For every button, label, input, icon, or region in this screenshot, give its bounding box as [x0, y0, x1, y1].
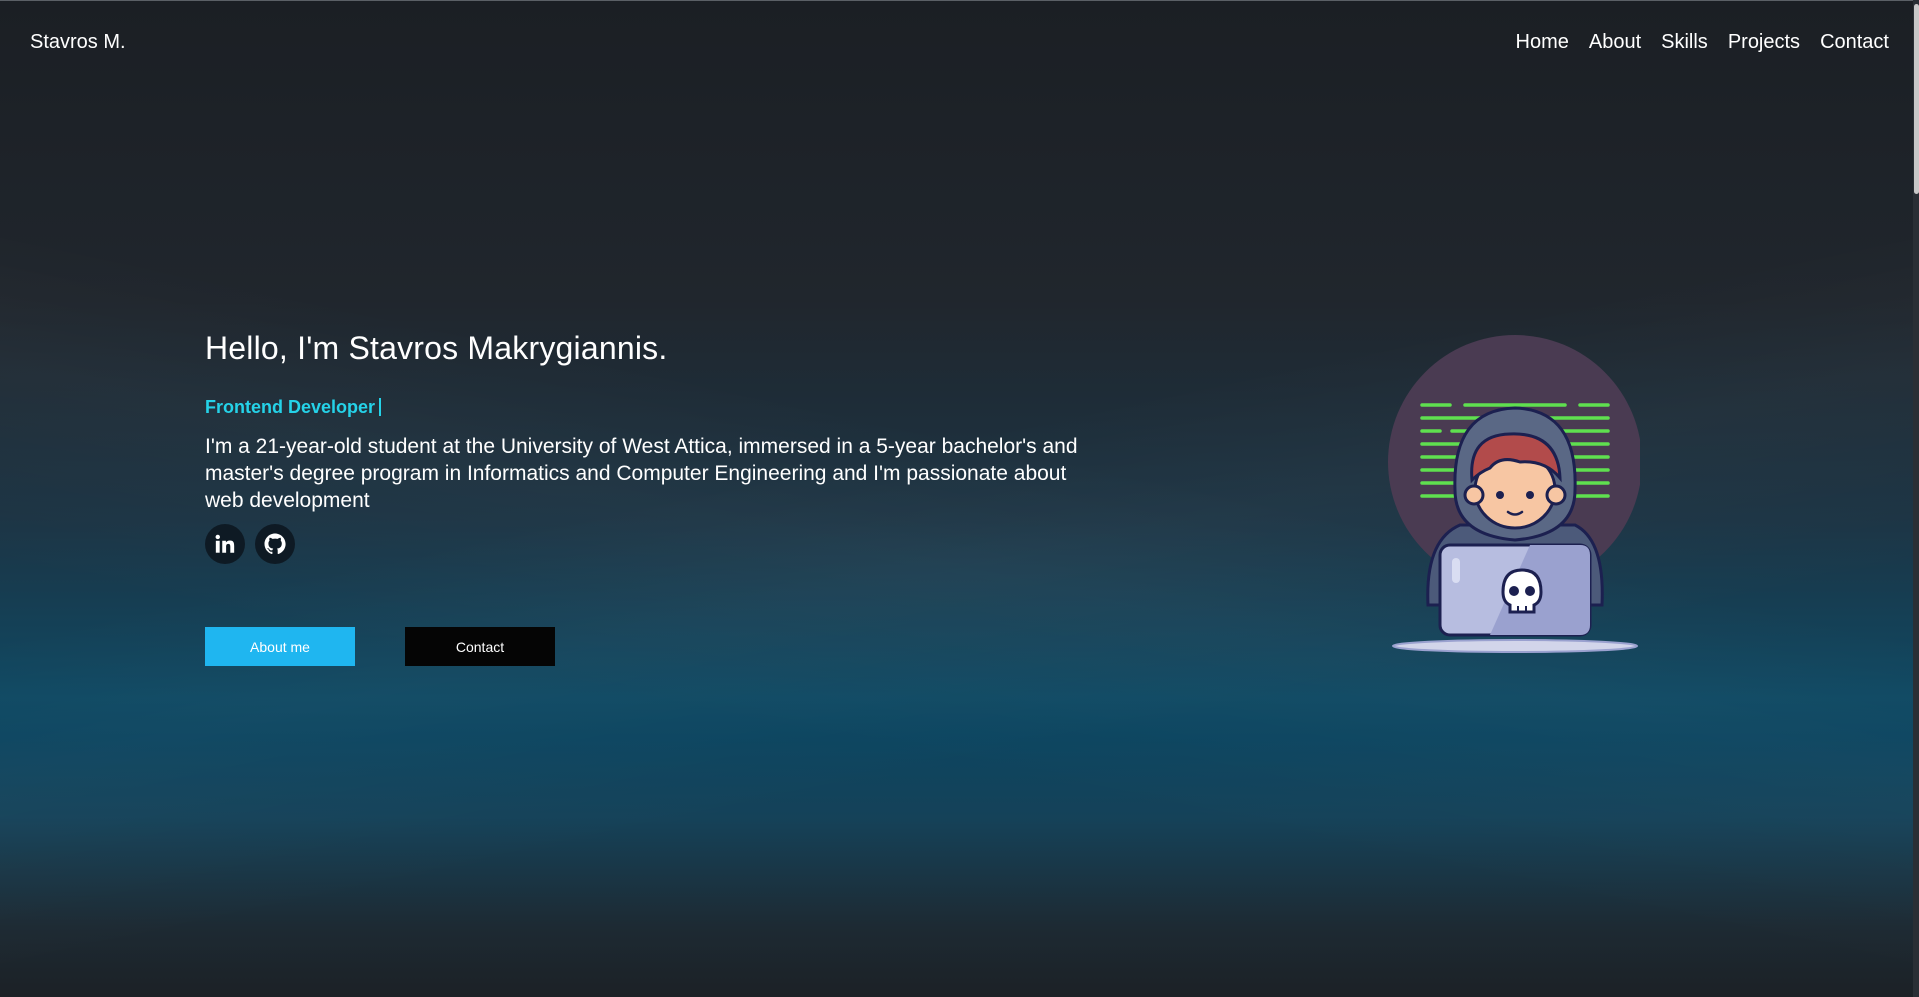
role-text: Frontend Developer: [205, 397, 376, 417]
hero-bio: I'm a 21-year-old student at the Univers…: [205, 435, 1078, 512]
github-link[interactable]: [255, 524, 295, 564]
social-links: [205, 524, 1105, 564]
hero-title: Hello, I'm Stavros Makrygiannis.: [205, 330, 668, 366]
nav-link-about[interactable]: About: [1579, 31, 1651, 54]
hero-buttons: About me Contact: [205, 627, 555, 666]
linkedin-link[interactable]: [205, 524, 245, 564]
nav-link-skills[interactable]: Skills: [1651, 31, 1718, 54]
nav-link-contact[interactable]: Contact: [1810, 31, 1899, 54]
brand-logo[interactable]: Stavros M.: [30, 31, 126, 54]
linkedin-icon: [215, 534, 235, 553]
hero-role: Frontend Developer: [205, 397, 1105, 418]
hacker-with-laptop-icon: [1388, 335, 1642, 653]
navbar: Stavros M. Home About Skills Projects Co…: [0, 0, 1919, 84]
github-icon: [264, 533, 286, 555]
nav-link-projects[interactable]: Projects: [1718, 31, 1810, 54]
scrollbar[interactable]: [1913, 0, 1919, 997]
about-me-button[interactable]: About me: [205, 627, 355, 666]
nav-link-home[interactable]: Home: [1506, 31, 1579, 54]
hacker-illustration: [1380, 330, 1642, 660]
typing-caret: [379, 398, 382, 416]
skull-icon: [1501, 568, 1543, 614]
hero-section: Hello, I'm Stavros Makrygiannis. Fronten…: [205, 330, 1105, 564]
nav-links: Home About Skills Projects Contact: [1506, 31, 1899, 54]
contact-button[interactable]: Contact: [405, 627, 555, 666]
scrollbar-thumb[interactable]: [1914, 4, 1919, 194]
